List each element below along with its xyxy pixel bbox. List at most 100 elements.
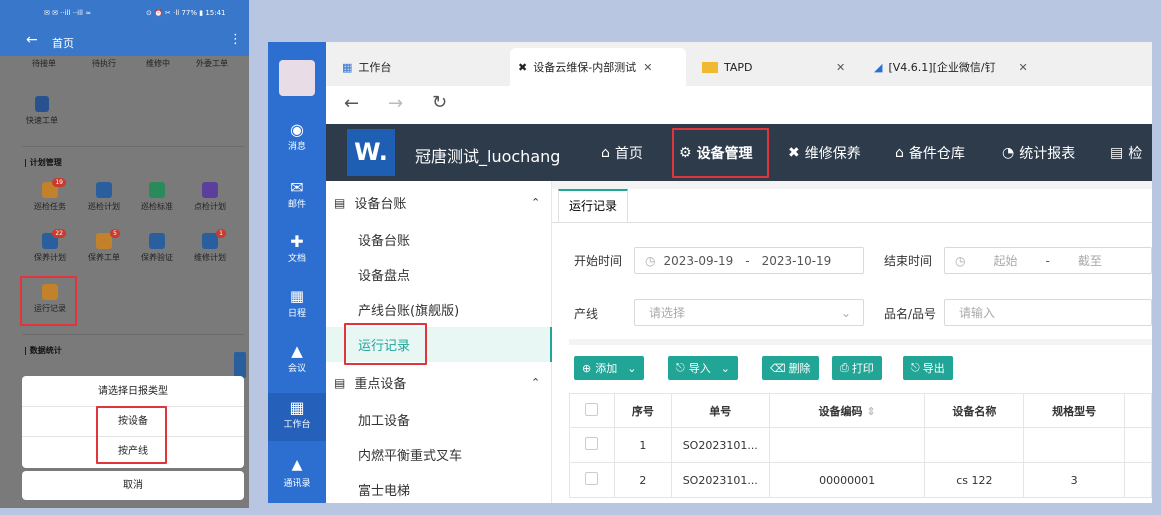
grid-item-maint-verify[interactable]: 保养验证 bbox=[131, 233, 183, 263]
doc-icon: ✚ bbox=[290, 232, 304, 251]
back-arrow-icon[interactable]: ← bbox=[26, 32, 38, 48]
search-doc-icon bbox=[202, 182, 218, 198]
pie-chart-icon: ◔ bbox=[1002, 144, 1015, 161]
warehouse-icon: ⌂ bbox=[895, 144, 904, 161]
back-icon[interactable]: ← bbox=[344, 93, 359, 114]
side-tab[interactable] bbox=[234, 352, 246, 378]
grid-item-todo[interactable]: 待执行 bbox=[84, 58, 124, 69]
select-all-checkbox[interactable] bbox=[569, 393, 615, 428]
nav-forklift[interactable]: 内燃平衡重式叉车 bbox=[326, 437, 552, 472]
section-stats: | 数据统计 bbox=[24, 346, 62, 355]
tapd-logo-icon bbox=[702, 61, 718, 73]
close-icon[interactable]: ✕ bbox=[1018, 61, 1027, 74]
user-avatar[interactable] bbox=[279, 60, 315, 96]
chevron-down-icon: ⌄ bbox=[720, 361, 730, 375]
org-chart-icon: ▲ bbox=[291, 457, 303, 473]
chat-icon: ◉ bbox=[290, 120, 304, 139]
nav-processing[interactable]: 加工设备 bbox=[326, 402, 552, 437]
nav-device-inventory[interactable]: 设备盘点 bbox=[326, 257, 552, 292]
sidebar-item-contacts[interactable]: ▲ 通讯录 bbox=[268, 457, 326, 489]
grid-item-patrol-task[interactable]: 19 巡检任务 bbox=[24, 178, 76, 212]
tab-device-cloud[interactable]: ✖ 设备云维保-内部测试 ✕ bbox=[510, 48, 686, 86]
clock-icon: ◷ bbox=[645, 253, 656, 268]
reload-icon[interactable]: ↻ bbox=[432, 92, 447, 113]
grid-item-patrol-standard[interactable]: 巡检标准 bbox=[131, 182, 183, 212]
cancel-button[interactable]: 取消 bbox=[22, 471, 244, 500]
nav-device-ledger[interactable]: 设备台账 bbox=[326, 222, 552, 257]
tools-icon: ✖ bbox=[518, 60, 528, 74]
grid-item-pending[interactable]: 待接单 bbox=[24, 58, 64, 69]
col-device-code[interactable]: 设备编码 ⇕ bbox=[768, 393, 926, 428]
close-icon[interactable]: ✕ bbox=[836, 61, 845, 74]
grid-icon: ▦ bbox=[342, 60, 353, 74]
group-device-ledger[interactable]: ▤ 设备台账 ⌃ bbox=[326, 185, 552, 220]
quick-order-icon bbox=[35, 96, 49, 112]
grid-item-maint-plan[interactable]: 22 保养计划 bbox=[24, 229, 76, 263]
row-checkbox[interactable] bbox=[569, 427, 615, 463]
status-left: ✉ ✉ ··ill ··ill ≈ bbox=[44, 9, 92, 17]
monitor-icon: ▤ bbox=[334, 375, 346, 390]
grid-icon: ▦ bbox=[289, 398, 305, 417]
print-button[interactable]: ⎙ 打印 bbox=[832, 356, 882, 380]
chart-icon bbox=[149, 182, 165, 198]
tools-icon: ✖ bbox=[788, 144, 800, 161]
forward-icon[interactable]: → bbox=[388, 93, 403, 114]
grid-item-repairing[interactable]: 维修中 bbox=[136, 58, 180, 69]
grid-item-repair-plan[interactable]: 1 维修计划 bbox=[184, 229, 236, 263]
status-right: ⊙ ⏰ ✂ ·ll 77% ▮ 15:41 bbox=[146, 9, 226, 17]
tab-v461[interactable]: ◢ [V4.6.1][企业微信/钉 ✕ bbox=[866, 48, 1036, 86]
calendar-icon bbox=[96, 182, 112, 198]
grid-item-outsource[interactable]: 外委工单 bbox=[188, 58, 236, 69]
row-checkbox[interactable] bbox=[569, 462, 615, 498]
phone-status-bar: ✉ ✉ ··ill ··ill ≈ ⊙ ⏰ ✂ ·ll 77% ▮ 15:41 bbox=[0, 0, 249, 26]
section-plan: | 计划管理 bbox=[24, 158, 62, 167]
chevron-up-icon: ⌃ bbox=[531, 196, 541, 209]
sidebar-item-mail[interactable]: ✉ 邮件 bbox=[268, 178, 326, 210]
sidebar-item-docs[interactable]: ✚ 文档 bbox=[268, 232, 326, 264]
menu-reports[interactable]: ◔ 统计报表 bbox=[1002, 124, 1075, 181]
highlight-run-record-nav bbox=[344, 323, 427, 365]
nav-elevator[interactable]: 富士电梯 bbox=[326, 472, 552, 503]
export-icon: ⎋ bbox=[911, 361, 920, 374]
browser-toolbar: ← → ↻ bbox=[326, 86, 1152, 124]
nav-line-ledger[interactable]: 产线台账(旗舰版) bbox=[326, 292, 552, 327]
end-time-range[interactable]: ◷ 起始 - 截至 bbox=[944, 247, 1152, 274]
highlight-device-mgmt bbox=[672, 128, 769, 178]
grid-item-spot-plan[interactable]: 点检计划 bbox=[184, 182, 236, 212]
sort-icon: ⇕ bbox=[866, 404, 876, 418]
table-row[interactable]: 2 SO2023101... 00000001 cs 122 3 bbox=[569, 462, 1152, 498]
menu-maintenance[interactable]: ✖ 维修保养 bbox=[788, 124, 861, 181]
highlight-sheet-options bbox=[96, 406, 167, 464]
trash-icon: ⌫ bbox=[770, 361, 786, 375]
grid-item-maint-order[interactable]: 5 保养工单 bbox=[78, 229, 130, 263]
grid-item-quick-order[interactable]: 快速工单 bbox=[22, 96, 62, 126]
tab-run-record[interactable]: 运行记录 bbox=[558, 189, 628, 222]
sidebar-item-message[interactable]: ◉ 消息 bbox=[268, 120, 326, 152]
start-time-label: 开始时间 bbox=[574, 254, 623, 268]
grid-item-patrol-plan[interactable]: 巡检计划 bbox=[78, 182, 130, 212]
import-button[interactable]: ⎋ 导入 ⌄ bbox=[668, 356, 738, 380]
add-button[interactable]: ⊕ 添加 ⌄ bbox=[574, 356, 645, 380]
close-icon[interactable]: ✕ bbox=[643, 61, 652, 74]
chevron-down-icon: ⌄ bbox=[841, 305, 852, 320]
line-select[interactable]: 请选择 ⌄ bbox=[634, 299, 864, 326]
product-input[interactable]: 请输入 bbox=[944, 299, 1152, 326]
printer-icon: ⎙ bbox=[840, 361, 849, 374]
chevron-up-icon: ⌃ bbox=[531, 376, 541, 389]
delete-button[interactable]: ⌫ 删除 bbox=[762, 356, 819, 380]
tab-workbench[interactable]: ▦ 工作台 bbox=[334, 48, 509, 86]
menu-home[interactable]: ⌂ 首页 bbox=[601, 124, 643, 181]
more-icon[interactable]: ⋮ bbox=[229, 32, 242, 47]
export-button[interactable]: ⎋ 导出 bbox=[903, 356, 953, 380]
tab-tapd[interactable]: TAPD ✕ bbox=[694, 48, 864, 86]
sidebar-item-meeting[interactable]: ▲ 会议 bbox=[268, 342, 326, 374]
menu-inspect[interactable]: ▤ 检 bbox=[1110, 124, 1142, 181]
table-row[interactable]: 1 SO2023101... bbox=[569, 427, 1152, 463]
line-label: 产线 bbox=[574, 307, 599, 321]
group-key-devices[interactable]: ▤ 重点设备 ⌃ bbox=[326, 365, 552, 400]
desktop-window: ◉ 消息 ✉ 邮件 ✚ 文档 ▦ 日程 ▲ 会议 ▦ 工作台 ▲ 通讯录 ▦ 工作台 ✖ 设备云维… bbox=[268, 42, 1152, 503]
sidebar-item-calendar[interactable]: ▦ 日程 bbox=[268, 287, 326, 319]
menu-spare-parts[interactable]: ⌂ 备件仓库 bbox=[895, 124, 965, 181]
sidebar-item-workbench[interactable]: ▦ 工作台 bbox=[268, 393, 326, 441]
start-time-range[interactable]: ◷ 2023-09-19-2023-10-19 bbox=[634, 247, 864, 274]
